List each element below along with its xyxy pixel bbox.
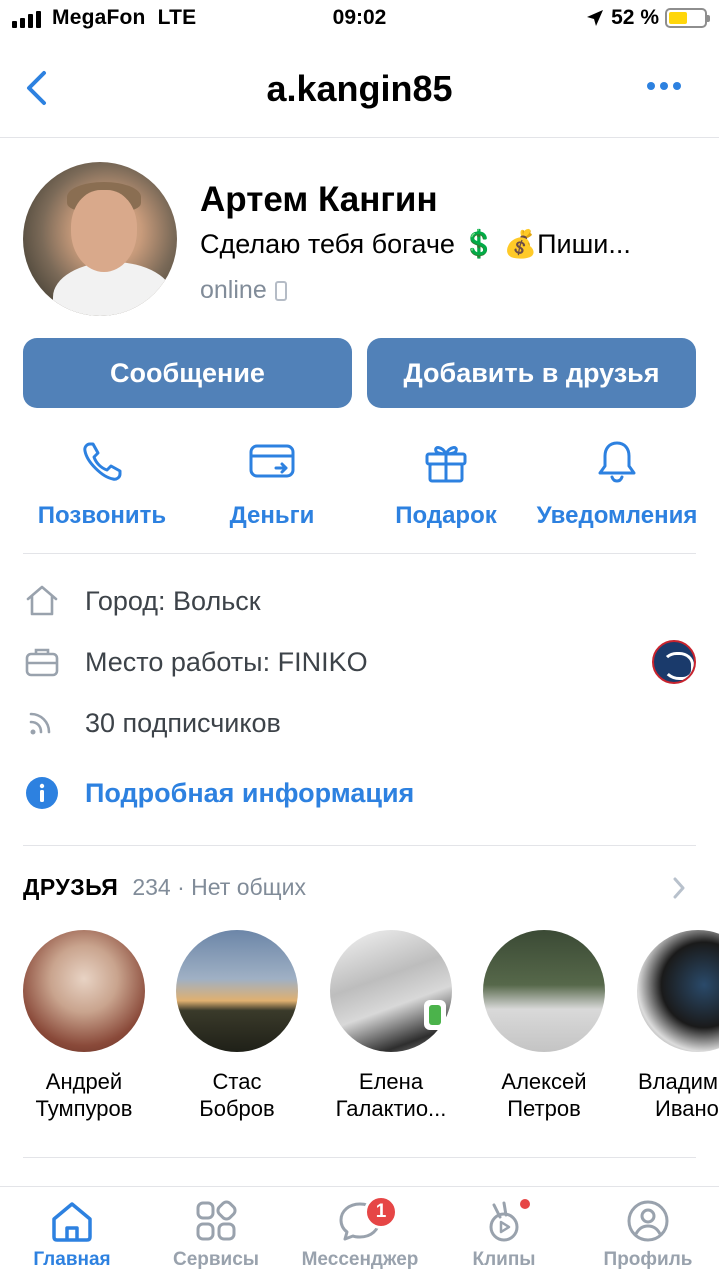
- followers-rss-icon: [29, 712, 51, 735]
- profile-name: Артем Кангин: [200, 180, 438, 219]
- avatar[interactable]: [23, 162, 177, 316]
- call-action[interactable]: Позвонить: [12, 438, 192, 530]
- nav-bar: a.kangin85: [0, 50, 719, 138]
- tab-clips[interactable]: Клипы: [432, 1197, 576, 1271]
- details-link[interactable]: Подробная информация: [85, 778, 414, 809]
- info-details[interactable]: Подробная информация: [23, 771, 696, 815]
- message-button[interactable]: Сообщение: [23, 338, 352, 408]
- info-followers[interactable]: 30 подписчиков: [23, 701, 696, 745]
- home-icon: [52, 1202, 92, 1242]
- followers-text: 30 подписчиков: [85, 707, 281, 738]
- mobile-phone-icon: [274, 280, 287, 301]
- friend-avatar: [330, 930, 452, 1052]
- unread-badge: 1: [364, 1195, 398, 1229]
- info-icon: [26, 777, 58, 809]
- tab-services-label: Сервисы: [172, 1249, 260, 1270]
- friend-avatar: [483, 930, 605, 1052]
- profile-status[interactable]: Сделаю тебя богаче 💲 💰Пиши...: [200, 228, 631, 260]
- tab-messenger[interactable]: 1 Мессенджер: [288, 1195, 432, 1271]
- status-bar: MegaFon LTE 09:02 52 %: [0, 0, 719, 40]
- bell-icon: [598, 441, 636, 483]
- online-label: online: [200, 276, 267, 304]
- tab-profile[interactable]: Профиль: [576, 1197, 719, 1271]
- money-label: Деньги: [229, 502, 315, 529]
- tab-bar: Главная Сервисы 1 Мессенджер Клипы Профи…: [0, 1186, 719, 1280]
- phone-icon: [83, 442, 122, 481]
- battery-percent: 52 %: [611, 6, 659, 29]
- more-horizontal-icon[interactable]: [647, 82, 681, 90]
- friends-count: 234 · Нет общих: [132, 873, 306, 900]
- chevron-right-icon[interactable]: [672, 876, 686, 900]
- services-icon: [196, 1200, 237, 1241]
- money-transfer-icon: [249, 444, 295, 478]
- info-work[interactable]: Место работы: FINIKO: [23, 640, 696, 684]
- friend-avatar: [176, 930, 298, 1052]
- tab-home[interactable]: Главная: [0, 1197, 144, 1271]
- divider: [23, 845, 696, 846]
- friend-item[interactable]: Андрей Тумпуров: [9, 930, 159, 1122]
- work-text: Место работы: FINIKO: [85, 646, 368, 677]
- company-logo[interactable]: [652, 640, 696, 684]
- new-indicator-dot: [520, 1199, 530, 1209]
- friend-item[interactable]: Алексей Петров: [469, 930, 619, 1122]
- online-mobile-badge: [424, 1000, 446, 1030]
- tab-profile-label: Профиль: [603, 1249, 693, 1270]
- friends-title: ДРУЗЬЯ: [23, 873, 119, 900]
- battery-icon: [665, 8, 710, 28]
- notifications-action[interactable]: Уведомления: [527, 438, 707, 530]
- tab-messenger-label: Мессенджер: [301, 1249, 419, 1270]
- friend-item[interactable]: Елена Галактио...: [316, 930, 466, 1122]
- location-arrow-icon: [587, 10, 604, 26]
- money-action[interactable]: Деньги: [182, 438, 362, 530]
- friend-item[interactable]: Владим Ивано: [625, 930, 719, 1122]
- friend-name: Андрей Тумпуров: [35, 1069, 133, 1121]
- gift-label: Подарок: [395, 502, 497, 529]
- divider: [23, 1157, 696, 1158]
- friend-name: Елена Галактио...: [335, 1069, 447, 1121]
- tab-clips-label: Клипы: [472, 1249, 536, 1270]
- tab-home-label: Главная: [33, 1249, 111, 1270]
- online-status: online: [200, 276, 287, 305]
- status-right: 52 %: [585, 6, 710, 30]
- city-text: Город: Вольск: [85, 585, 261, 616]
- friends-header[interactable]: ДРУЗЬЯ 234 · Нет общих: [23, 870, 696, 904]
- page-title: a.kangin85: [266, 68, 453, 109]
- briefcase-icon: [25, 648, 59, 677]
- add-friend-button[interactable]: Добавить в друзья: [367, 338, 696, 408]
- friend-name: Стас Бобров: [199, 1069, 275, 1121]
- divider: [23, 553, 696, 554]
- home-outline-icon: [26, 585, 58, 616]
- call-label: Позвонить: [37, 502, 167, 529]
- info-city: Город: Вольск: [23, 579, 696, 623]
- friend-avatar: [23, 930, 145, 1052]
- gift-action[interactable]: Подарок: [356, 438, 536, 530]
- friend-name: Владим Ивано: [638, 1069, 719, 1121]
- battery-level: [669, 12, 687, 24]
- notifications-label: Уведомления: [536, 502, 698, 529]
- tab-services[interactable]: Сервисы: [144, 1197, 288, 1271]
- friend-avatar: [637, 930, 719, 1052]
- friend-name: Алексей Петров: [501, 1069, 587, 1121]
- friend-item[interactable]: Стас Бобров: [162, 930, 312, 1122]
- gift-icon: [425, 446, 467, 483]
- profile-icon: [627, 1200, 669, 1242]
